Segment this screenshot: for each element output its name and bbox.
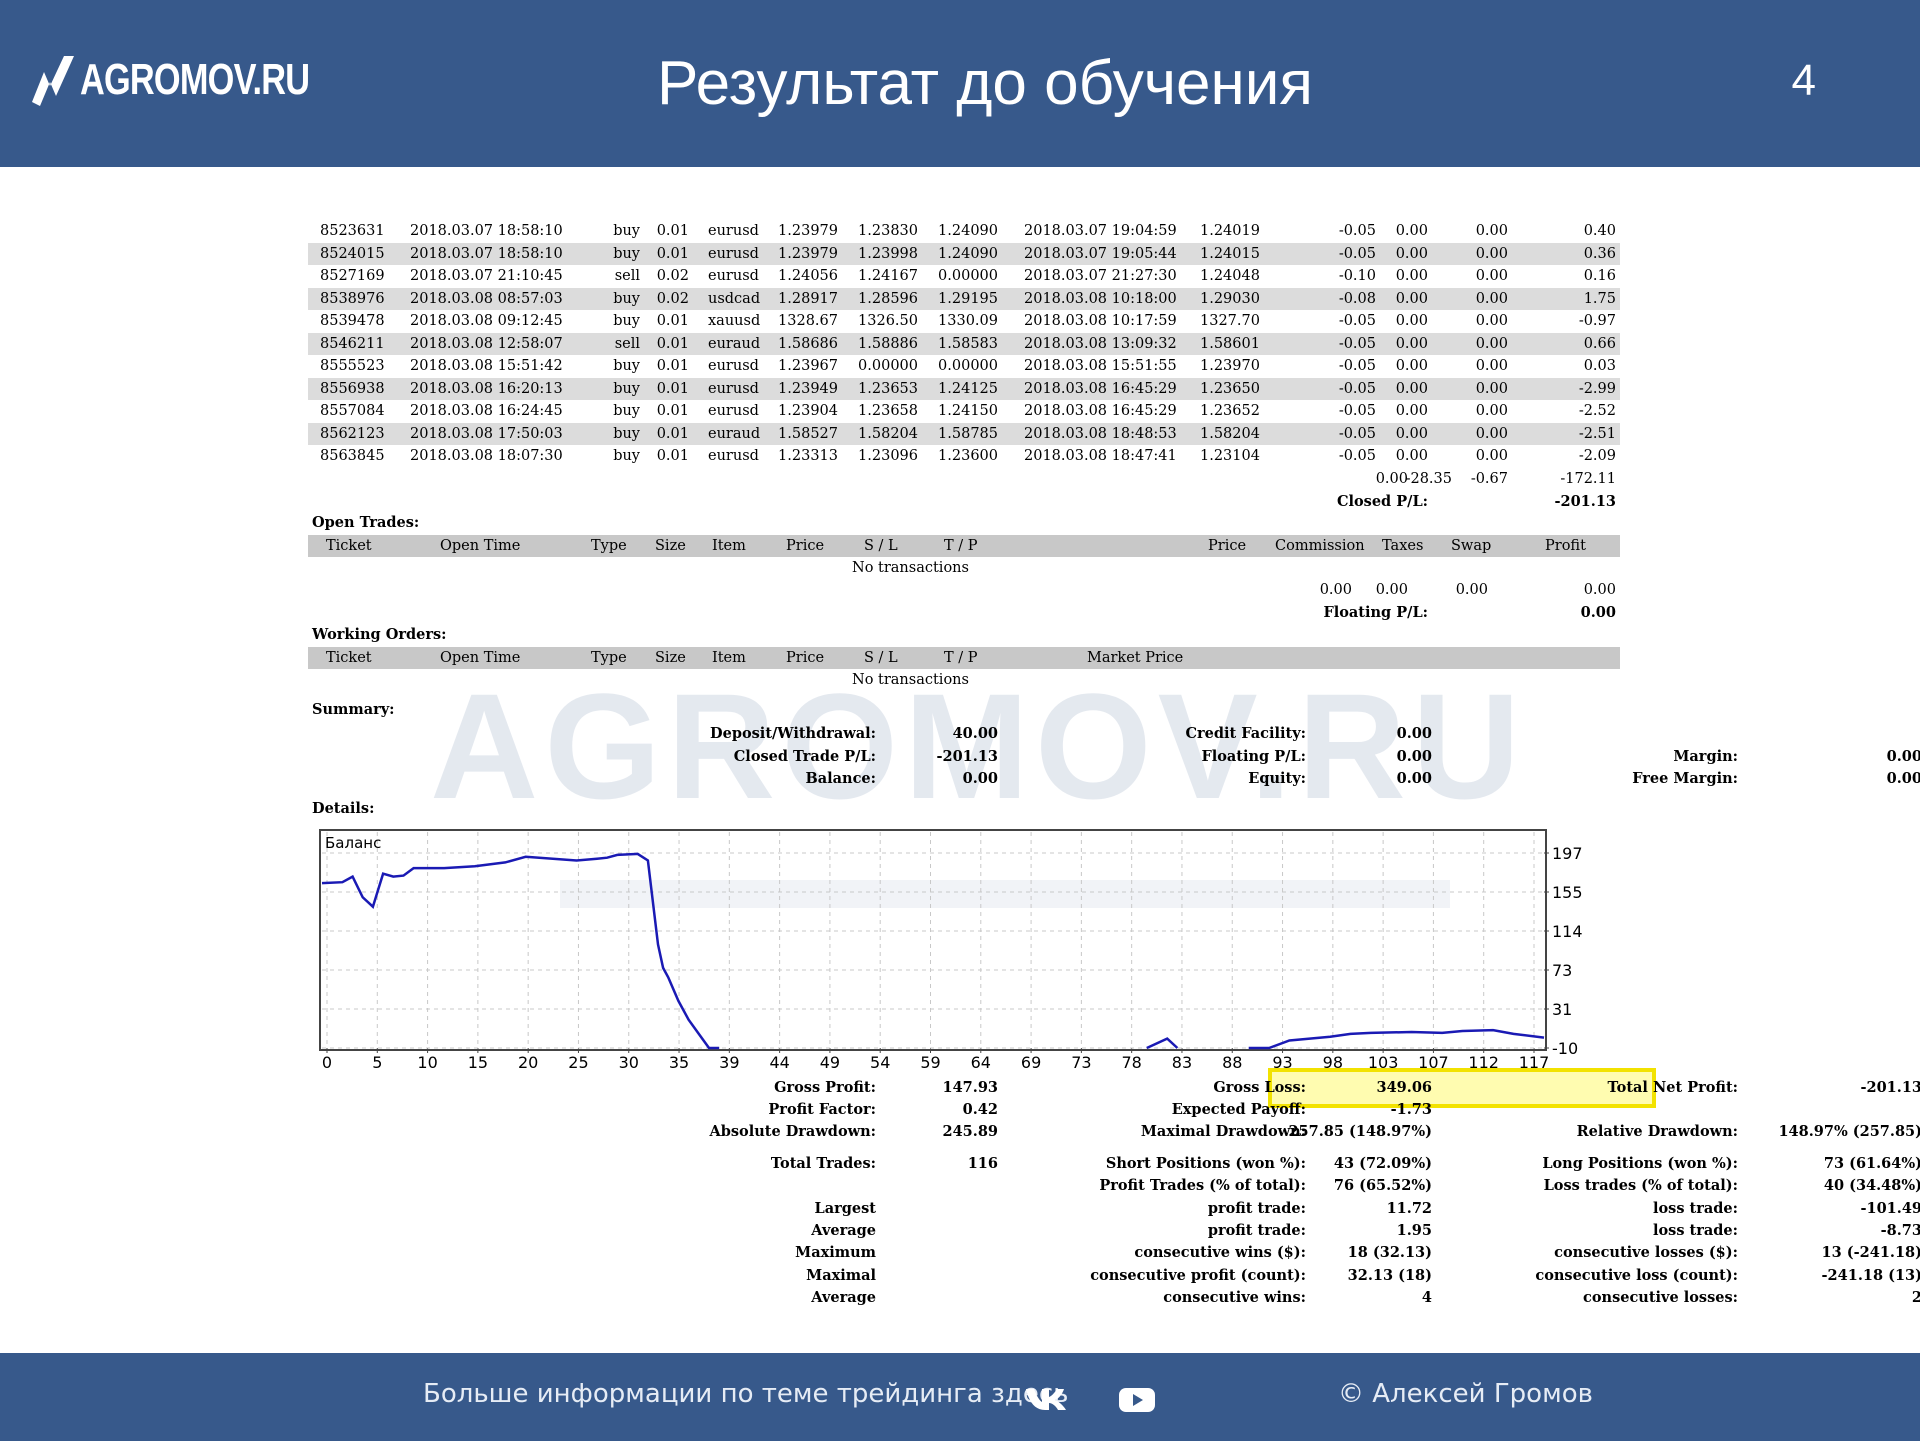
short: 43 (72.09%) [1333, 1155, 1432, 1172]
maximal-loss: -241.18 (13) [1821, 1267, 1920, 1284]
total-net: -201.13 [1860, 1079, 1920, 1096]
youtube-icon[interactable] [1118, 1386, 1156, 1414]
stats-row: Largest profit trade: 11.72 loss trade: -101… [308, 1197, 1920, 1219]
footer-text: Больше информации по теме трейдинга здес… [423, 1379, 1069, 1409]
x-tick-label: 15 [468, 1053, 488, 1072]
profit-factor-label: Profit Factor: [768, 1101, 876, 1118]
trade-report: AGROMOV.RU 8523631 2018.03.07 18:58:10 buy… [0, 0, 1920, 1353]
y-tick-label: 114 [1552, 922, 1583, 941]
x-tick-label: 5 [372, 1053, 382, 1072]
x-tick-label: 10 [417, 1053, 437, 1072]
x-tick-label: 54 [870, 1053, 890, 1072]
x-tick-label: 35 [669, 1053, 689, 1072]
largest-loss: -101.49 [1860, 1200, 1920, 1217]
x-tick-label: 69 [1021, 1053, 1041, 1072]
y-tick-label: 73 [1552, 961, 1572, 980]
maximal-loss-label: consecutive loss (count): [1535, 1267, 1738, 1284]
x-tick-label: 44 [769, 1053, 789, 1072]
gross-loss-label: Gross Loss: [1213, 1079, 1306, 1096]
x-tick-label: 20 [518, 1053, 538, 1072]
y-tick-label: 155 [1552, 883, 1583, 902]
max-wins-label: consecutive wins ($): [1134, 1244, 1306, 1261]
gross-profit-label: Gross Profit: [774, 1079, 876, 1096]
avg-profit-label: profit trade: [1207, 1222, 1306, 1239]
loss-trades: 40 (34.48%) [1823, 1177, 1920, 1194]
maximal-profit: 32.13 (18) [1347, 1267, 1432, 1284]
x-tick-label: 30 [619, 1053, 639, 1072]
maximal-profit-label: consecutive profit (count): [1090, 1267, 1306, 1284]
max-dd-label: Maximal Drawdown: [1140, 1123, 1306, 1140]
y-tick-label: -10 [1552, 1039, 1578, 1058]
vk-icon[interactable] [1026, 1387, 1068, 1411]
x-tick-label: 73 [1071, 1053, 1091, 1072]
stats-row: Maximal consecutive profit (count): 32.13 … [308, 1264, 1920, 1286]
x-tick-label: 39 [719, 1053, 739, 1072]
largest-loss-label: loss trade: [1652, 1200, 1738, 1217]
avg-losses-label: consecutive losses: [1583, 1289, 1738, 1306]
stats-row: Maximum consecutive wins ($): 18 (32.13) co… [308, 1241, 1920, 1263]
chart-legend-label: Баланс [325, 834, 382, 852]
avg-wins: 4 [1421, 1289, 1432, 1306]
abs-dd-label: Absolute Drawdown: [709, 1123, 876, 1140]
avg-loss-label: loss trade: [1652, 1222, 1738, 1239]
loss-trades-label: Loss trades (% of total): [1543, 1177, 1738, 1194]
profit-trades: 76 (65.52%) [1333, 1177, 1432, 1194]
avg-losses: 2 [1911, 1289, 1920, 1306]
gross-profit: 147.93 [942, 1079, 999, 1096]
stats-row: Total Trades: 116 Short Positions (won %):… [308, 1152, 1920, 1174]
abs-dd: 245.89 [942, 1123, 999, 1140]
rel-dd-label: Relative Drawdown: [1576, 1123, 1738, 1140]
avg-wins-label: consecutive wins: [1163, 1289, 1306, 1306]
stats-row: Average profit trade: 1.95 loss trade: -8.73 [308, 1219, 1920, 1241]
gross-loss: 349.06 [1376, 1079, 1433, 1096]
largest-profit-label: profit trade: [1207, 1200, 1306, 1217]
maximum: Maximum [795, 1244, 876, 1261]
average: Average [811, 1222, 876, 1239]
expected-payoff-label: Expected Payoff: [1171, 1101, 1306, 1118]
long-label: Long Positions (won %): [1542, 1155, 1738, 1172]
maximal: Maximal [806, 1267, 876, 1284]
x-tick-label: 0 [322, 1053, 332, 1072]
stats-row: Gross Profit: 147.93 Gross Loss: 349.06 Tota… [308, 1076, 1920, 1098]
max-wins: 18 (32.13) [1347, 1244, 1432, 1261]
profit-factor: 0.42 [962, 1101, 998, 1118]
stats-row: Average consecutive wins: 4 consecutive los… [308, 1286, 1920, 1308]
footer-bar: Больше информации по теме трейдинга здес… [0, 1353, 1920, 1441]
x-tick-label: 88 [1222, 1053, 1242, 1072]
y-tick-label: 197 [1552, 844, 1583, 863]
avg-profit: 1.95 [1396, 1222, 1432, 1239]
largest: Largest [814, 1200, 876, 1217]
balance-chart: 0 5 10 15 20 25 30 35 39 44 49 54 59 64 69 73 78 83 88 93 98… [319, 829, 1583, 1072]
average2: Average [811, 1289, 876, 1306]
expected-payoff: -1.73 [1390, 1101, 1432, 1118]
x-tick-label: 49 [820, 1053, 840, 1072]
x-tick-label: 78 [1121, 1053, 1141, 1072]
stats-row: Absolute Drawdown: 245.89 Maximal Drawdown… [308, 1120, 1920, 1142]
avg-loss: -8.73 [1880, 1222, 1920, 1239]
x-tick-label: 64 [971, 1053, 991, 1072]
max-dd: 257.85 (148.97%) [1288, 1123, 1432, 1140]
balance-line [321, 852, 720, 1050]
x-tick-label: 83 [1172, 1053, 1192, 1072]
balance-line [1248, 1028, 1545, 1050]
y-tick-label: 31 [1552, 1000, 1572, 1019]
balance-line [1146, 1037, 1179, 1050]
stats-row: Profit Trades (% of total): 76 (65.52%) Lo… [308, 1174, 1920, 1196]
rel-dd: 148.97% (257.85) [1778, 1123, 1920, 1140]
profit-trades-label: Profit Trades (% of total): [1099, 1177, 1306, 1194]
short-label: Short Positions (won %): [1105, 1155, 1306, 1172]
stats-row: Profit Factor: 0.42 Expected Payoff: -1.73 [308, 1098, 1620, 1120]
total-net-label: Total Net Profit: [1607, 1079, 1738, 1096]
copyright: © Алексей Громов [1338, 1379, 1593, 1409]
x-tick-label: 25 [568, 1053, 588, 1072]
max-losses-label: consecutive losses ($): [1554, 1244, 1738, 1261]
total-trades-label: Total Trades: [770, 1155, 876, 1172]
max-losses: 13 (-241.18) [1821, 1244, 1920, 1261]
long: 73 (61.64%) [1823, 1155, 1920, 1172]
x-tick-label: 59 [920, 1053, 940, 1072]
total-trades: 116 [967, 1155, 998, 1172]
largest-profit: 11.72 [1386, 1200, 1432, 1217]
